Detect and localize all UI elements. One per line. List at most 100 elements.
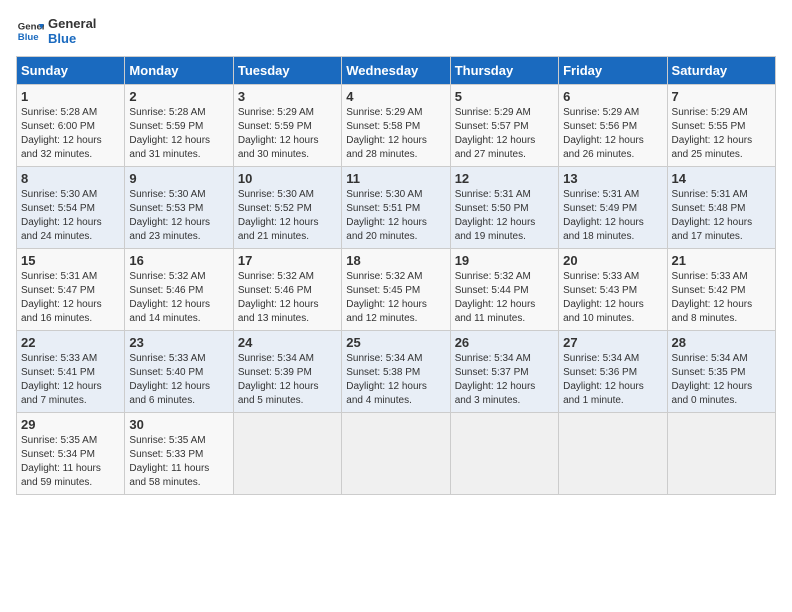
- calendar-cell: 21 Sunrise: 5:33 AM Sunset: 5:42 PM Dayli…: [667, 249, 775, 331]
- day-info: Sunrise: 5:32 AM Sunset: 5:46 PM Dayligh…: [129, 270, 228, 326]
- day-info: Sunrise: 5:31 AM Sunset: 5:49 PM Dayligh…: [563, 188, 662, 244]
- day-number: 9: [129, 171, 228, 186]
- logo-blue: Blue: [48, 31, 96, 46]
- calendar-cell: 1 Sunrise: 5:28 AM Sunset: 6:00 PM Daylig…: [17, 85, 125, 167]
- calendar-cell: 18 Sunrise: 5:32 AM Sunset: 5:45 PM Dayli…: [342, 249, 450, 331]
- day-number: 15: [21, 253, 120, 268]
- day-number: 16: [129, 253, 228, 268]
- day-number: 22: [21, 335, 120, 350]
- day-number: 4: [346, 89, 445, 104]
- day-info: Sunrise: 5:29 AM Sunset: 5:56 PM Dayligh…: [563, 106, 662, 162]
- day-number: 6: [563, 89, 662, 104]
- day-info: Sunrise: 5:29 AM Sunset: 5:57 PM Dayligh…: [455, 106, 554, 162]
- day-info: Sunrise: 5:33 AM Sunset: 5:43 PM Dayligh…: [563, 270, 662, 326]
- logo-general: General: [48, 16, 96, 31]
- day-info: Sunrise: 5:32 AM Sunset: 5:45 PM Dayligh…: [346, 270, 445, 326]
- calendar-cell: 7Sunrise: 5:29 AM Sunset: 5:55 PM Daylig…: [667, 85, 775, 167]
- day-number: 29: [21, 417, 120, 432]
- day-number: 21: [672, 253, 771, 268]
- header-row: SundayMondayTuesdayWednesdayThursdayFrid…: [17, 57, 776, 85]
- day-number: 18: [346, 253, 445, 268]
- calendar-cell: 27 Sunrise: 5:34 AM Sunset: 5:36 PM Dayli…: [559, 331, 667, 413]
- calendar-cell: 30Sunrise: 5:35 AM Sunset: 5:33 PM Dayli…: [125, 413, 233, 495]
- calendar-cell: 10 Sunrise: 5:30 AM Sunset: 5:52 PM Dayli…: [233, 167, 341, 249]
- day-number: 1: [21, 89, 120, 104]
- calendar-cell: 22Sunrise: 5:33 AM Sunset: 5:41 PM Dayli…: [17, 331, 125, 413]
- day-info: Sunrise: 5:32 AM Sunset: 5:44 PM Dayligh…: [455, 270, 554, 326]
- day-number: 2: [129, 89, 228, 104]
- day-info: Sunrise: 5:29 AM Sunset: 5:59 PM Dayligh…: [238, 106, 337, 162]
- calendar-cell: 9Sunrise: 5:30 AM Sunset: 5:53 PM Daylig…: [125, 167, 233, 249]
- header-cell-friday: Friday: [559, 57, 667, 85]
- calendar-cell: 25 Sunrise: 5:34 AM Sunset: 5:38 PM Dayli…: [342, 331, 450, 413]
- header-cell-monday: Monday: [125, 57, 233, 85]
- day-number: 28: [672, 335, 771, 350]
- day-number: 12: [455, 171, 554, 186]
- calendar-cell: 19Sunrise: 5:32 AM Sunset: 5:44 PM Dayli…: [450, 249, 558, 331]
- calendar-cell: 17 Sunrise: 5:32 AM Sunset: 5:46 PM Dayli…: [233, 249, 341, 331]
- day-number: 24: [238, 335, 337, 350]
- logo: General Blue General Blue: [16, 16, 96, 46]
- day-number: 7: [672, 89, 771, 104]
- day-number: 11: [346, 171, 445, 186]
- calendar-week-row: 29 Sunrise: 5:35 AM Sunset: 5:34 PM Dayli…: [17, 413, 776, 495]
- day-number: 27: [563, 335, 662, 350]
- day-info: Sunrise: 5:30 AM Sunset: 5:52 PM Dayligh…: [238, 188, 337, 244]
- calendar-week-row: 22Sunrise: 5:33 AM Sunset: 5:41 PM Dayli…: [17, 331, 776, 413]
- day-number: 25: [346, 335, 445, 350]
- day-number: 3: [238, 89, 337, 104]
- calendar-cell: 29 Sunrise: 5:35 AM Sunset: 5:34 PM Dayli…: [17, 413, 125, 495]
- calendar-cell: 16 Sunrise: 5:32 AM Sunset: 5:46 PM Dayli…: [125, 249, 233, 331]
- day-info: Sunrise: 5:29 AM Sunset: 5:58 PM Dayligh…: [346, 106, 445, 162]
- calendar-cell: 6 Sunrise: 5:29 AM Sunset: 5:56 PM Daylig…: [559, 85, 667, 167]
- calendar-table: SundayMondayTuesdayWednesdayThursdayFrid…: [16, 56, 776, 495]
- calendar-cell: 13 Sunrise: 5:31 AM Sunset: 5:49 PM Dayli…: [559, 167, 667, 249]
- day-info: Sunrise: 5:30 AM Sunset: 5:54 PM Dayligh…: [21, 188, 120, 244]
- calendar-cell: [559, 413, 667, 495]
- header-cell-thursday: Thursday: [450, 57, 558, 85]
- calendar-week-row: 1 Sunrise: 5:28 AM Sunset: 6:00 PM Daylig…: [17, 85, 776, 167]
- day-info: Sunrise: 5:28 AM Sunset: 5:59 PM Dayligh…: [129, 106, 228, 162]
- day-number: 17: [238, 253, 337, 268]
- svg-text:General: General: [18, 21, 44, 32]
- day-info: Sunrise: 5:33 AM Sunset: 5:40 PM Dayligh…: [129, 352, 228, 408]
- calendar-week-row: 8 Sunrise: 5:30 AM Sunset: 5:54 PM Daylig…: [17, 167, 776, 249]
- header-cell-wednesday: Wednesday: [342, 57, 450, 85]
- day-number: 8: [21, 171, 120, 186]
- day-info: Sunrise: 5:33 AM Sunset: 5:42 PM Dayligh…: [672, 270, 771, 326]
- calendar-cell: 11Sunrise: 5:30 AM Sunset: 5:51 PM Dayli…: [342, 167, 450, 249]
- calendar-cell: 15 Sunrise: 5:31 AM Sunset: 5:47 PM Dayli…: [17, 249, 125, 331]
- calendar-cell: 2 Sunrise: 5:28 AM Sunset: 5:59 PM Daylig…: [125, 85, 233, 167]
- day-number: 20: [563, 253, 662, 268]
- calendar-cell: 24 Sunrise: 5:34 AM Sunset: 5:39 PM Dayli…: [233, 331, 341, 413]
- calendar-cell: 4 Sunrise: 5:29 AM Sunset: 5:58 PM Daylig…: [342, 85, 450, 167]
- calendar-cell: [233, 413, 341, 495]
- day-info: Sunrise: 5:28 AM Sunset: 6:00 PM Dayligh…: [21, 106, 120, 162]
- day-info: Sunrise: 5:34 AM Sunset: 5:38 PM Dayligh…: [346, 352, 445, 408]
- day-info: Sunrise: 5:34 AM Sunset: 5:35 PM Dayligh…: [672, 352, 771, 408]
- logo-icon: General Blue: [16, 17, 44, 45]
- calendar-cell: 23Sunrise: 5:33 AM Sunset: 5:40 PM Dayli…: [125, 331, 233, 413]
- day-number: 14: [672, 171, 771, 186]
- day-info: Sunrise: 5:34 AM Sunset: 5:36 PM Dayligh…: [563, 352, 662, 408]
- calendar-cell: 3 Sunrise: 5:29 AM Sunset: 5:59 PM Daylig…: [233, 85, 341, 167]
- calendar-cell: 26Sunrise: 5:34 AM Sunset: 5:37 PM Dayli…: [450, 331, 558, 413]
- day-number: 10: [238, 171, 337, 186]
- day-info: Sunrise: 5:35 AM Sunset: 5:34 PM Dayligh…: [21, 434, 120, 490]
- header-cell-tuesday: Tuesday: [233, 57, 341, 85]
- day-number: 5: [455, 89, 554, 104]
- calendar-cell: 8 Sunrise: 5:30 AM Sunset: 5:54 PM Daylig…: [17, 167, 125, 249]
- calendar-cell: 28 Sunrise: 5:34 AM Sunset: 5:35 PM Dayli…: [667, 331, 775, 413]
- calendar-cell: 14 Sunrise: 5:31 AM Sunset: 5:48 PM Dayli…: [667, 167, 775, 249]
- calendar-cell: [667, 413, 775, 495]
- calendar-cell: [450, 413, 558, 495]
- day-info: Sunrise: 5:34 AM Sunset: 5:39 PM Dayligh…: [238, 352, 337, 408]
- day-info: Sunrise: 5:31 AM Sunset: 5:48 PM Dayligh…: [672, 188, 771, 244]
- day-info: Sunrise: 5:31 AM Sunset: 5:47 PM Dayligh…: [21, 270, 120, 326]
- header-cell-saturday: Saturday: [667, 57, 775, 85]
- day-info: Sunrise: 5:32 AM Sunset: 5:46 PM Dayligh…: [238, 270, 337, 326]
- calendar-week-row: 15 Sunrise: 5:31 AM Sunset: 5:47 PM Dayli…: [17, 249, 776, 331]
- svg-text:Blue: Blue: [18, 32, 39, 43]
- day-number: 13: [563, 171, 662, 186]
- calendar-cell: 12Sunrise: 5:31 AM Sunset: 5:50 PM Dayli…: [450, 167, 558, 249]
